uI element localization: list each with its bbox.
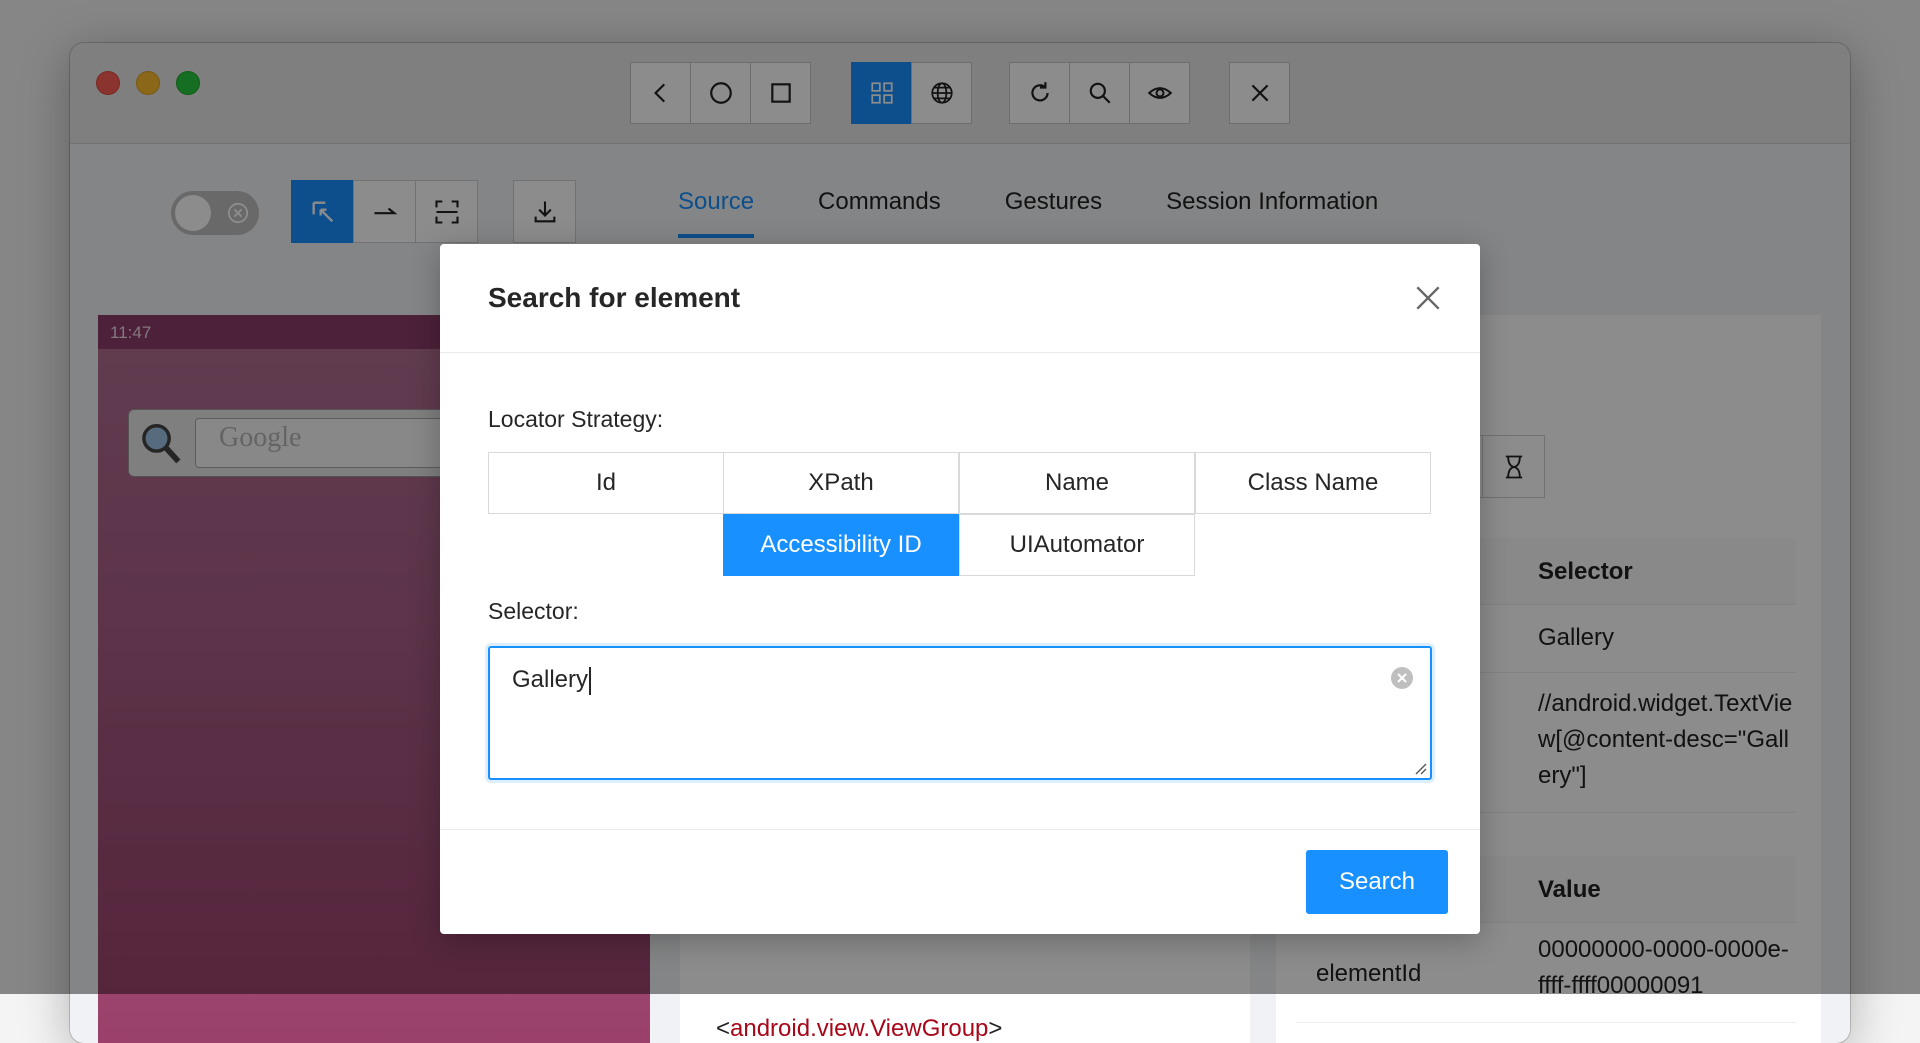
close-icon[interactable] [1412, 282, 1444, 314]
dialog-footer: Search [440, 829, 1480, 935]
clear-input-icon[interactable] [1390, 666, 1414, 690]
dialog-title: Search for element [488, 282, 741, 313]
strategy-option-class-name[interactable]: Class Name [1195, 452, 1431, 514]
locator-strategy-label: Locator Strategy: [488, 406, 664, 432]
source-tree-node[interactable]: <android.view.ViewGroup> [716, 1015, 1002, 1043]
strategy-option-id[interactable]: Id [488, 452, 724, 514]
search-button[interactable]: Search [1306, 850, 1448, 914]
strategy-option-accessibility-id[interactable]: Accessibility ID [723, 514, 959, 576]
strategy-option-xpath[interactable]: XPath [723, 452, 959, 514]
resize-handle-icon[interactable] [1411, 759, 1427, 775]
strategy-option-name[interactable]: Name [959, 452, 1195, 514]
selector-input-value: Gallery [512, 666, 589, 693]
selector-input[interactable]: Gallery [488, 646, 1432, 780]
strategy-option-uiautomator[interactable]: UIAutomator [959, 514, 1195, 576]
source-tag-name: android.view.ViewGroup [730, 1015, 989, 1042]
source-tag-close: > [988, 1015, 1003, 1042]
selector-label: Selector: [488, 598, 579, 624]
source-tag-open: < [716, 1015, 731, 1042]
dialog-header: Search for element [440, 244, 1480, 353]
selector-input-text: Gallery [512, 666, 592, 695]
text-caret [589, 666, 592, 695]
search-element-dialog: Search for element Locator Strategy: Id … [440, 244, 1480, 934]
